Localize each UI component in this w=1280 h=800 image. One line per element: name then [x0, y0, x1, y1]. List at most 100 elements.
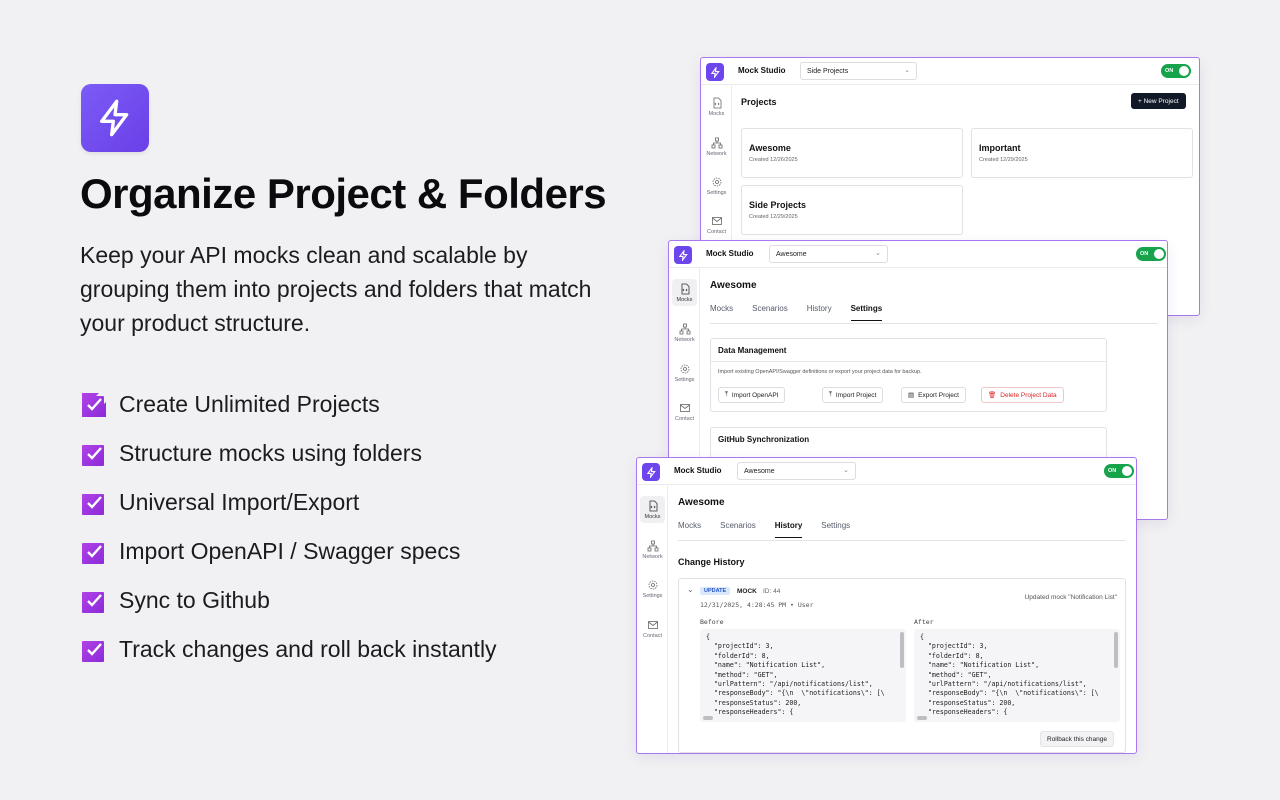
- mocking-toggle[interactable]: ON: [1104, 464, 1134, 478]
- file-icon: ▤: [908, 392, 915, 399]
- mocking-toggle[interactable]: ON: [1136, 247, 1166, 261]
- sidebar: Mocks Network Settings Contact: [637, 485, 668, 753]
- app-logo: [81, 84, 149, 152]
- mail-icon: [679, 404, 690, 412]
- chevron-down-icon[interactable]: ⌄: [687, 585, 694, 594]
- history-window: Mock Studio Awesome ⌄ ON Mocks Network Se…: [636, 457, 1137, 754]
- rollback-button[interactable]: Rollback this change: [1040, 731, 1114, 747]
- app-title: Mock Studio: [706, 249, 754, 258]
- data-management-section: Data Management Import existing OpenAPI/…: [710, 338, 1107, 412]
- nav-settings[interactable]: Settings: [701, 176, 732, 196]
- after-label: After: [914, 618, 934, 626]
- import-project-button[interactable]: ⤒ Import Project: [822, 387, 884, 403]
- after-code[interactable]: { "projectId": 3, "folderId": 8, "name":…: [914, 629, 1120, 722]
- project-select[interactable]: Awesome ⌄: [769, 245, 888, 263]
- nav-contact[interactable]: Contact: [701, 215, 732, 235]
- new-project-button[interactable]: + New Project: [1131, 93, 1186, 109]
- app-title: Mock Studio: [674, 466, 722, 475]
- nav-settings[interactable]: Settings: [669, 363, 700, 383]
- project-card[interactable]: Awesome Created 12/26/2025: [741, 128, 963, 178]
- page-title: Awesome: [678, 497, 725, 508]
- project-card[interactable]: Important Created 12/29/2025: [971, 128, 1193, 178]
- app-icon: [674, 246, 692, 264]
- nav-contact[interactable]: Contact: [669, 402, 700, 422]
- tab-mocks[interactable]: Mocks: [678, 521, 701, 538]
- chevron-down-icon: ⌄: [904, 67, 910, 74]
- check-box-icon: [82, 640, 104, 662]
- window-topbar: Mock Studio Awesome ⌄ ON: [637, 458, 1136, 485]
- file-code-icon: [649, 500, 657, 512]
- network-icon: [679, 323, 690, 335]
- nav-contact[interactable]: Contact: [637, 619, 668, 639]
- update-badge: UPDATE: [700, 587, 731, 595]
- tab-settings[interactable]: Settings: [850, 304, 883, 321]
- page-title: Awesome: [710, 280, 757, 291]
- trash-icon: 🗑: [988, 392, 997, 399]
- file-code-icon: [713, 97, 721, 109]
- feature-list: Create Unlimited Projects Structure mock…: [81, 380, 497, 674]
- page-subtext: Keep your API mocks clean and scalable b…: [80, 242, 592, 336]
- window-topbar: Mock Studio Awesome ⌄ ON: [669, 241, 1167, 268]
- section-description: Import existing OpenAPI/Swagger definiti…: [718, 369, 922, 375]
- gear-icon: [648, 580, 657, 590]
- upload-icon: ⤒: [725, 391, 728, 398]
- export-project-button[interactable]: ▤ Export Project: [901, 387, 966, 403]
- project-select[interactable]: Awesome ⌄: [737, 462, 856, 480]
- nav-settings[interactable]: Settings: [637, 579, 668, 599]
- app-icon: [642, 463, 660, 481]
- gear-icon: [680, 364, 689, 374]
- feature-item: Universal Import/Export: [81, 478, 497, 527]
- nav-mocks[interactable]: Mocks: [701, 97, 732, 117]
- tab-scenarios[interactable]: Scenarios: [720, 521, 756, 538]
- scrollbar[interactable]: [1114, 632, 1118, 668]
- file-code-icon: [681, 283, 689, 295]
- app-icon: [706, 63, 724, 81]
- tab-history[interactable]: History: [774, 521, 803, 538]
- delete-project-data-button[interactable]: 🗑 Delete Project Data: [981, 387, 1064, 403]
- check-box-icon: [82, 542, 104, 564]
- lightning-icon: [710, 66, 720, 78]
- chevron-down-icon: ⌄: [843, 467, 849, 474]
- tab-bar: Mocks Scenarios History Settings: [710, 304, 901, 321]
- network-icon: [647, 540, 658, 552]
- upload-icon: ⤒: [829, 391, 832, 398]
- page-headline: Organize Project & Folders: [80, 170, 607, 217]
- mail-icon: [647, 621, 658, 629]
- network-icon: [711, 137, 722, 149]
- tab-scenarios[interactable]: Scenarios: [752, 304, 788, 321]
- import-openapi-button[interactable]: ⤒ Import OpenAPI: [718, 387, 786, 403]
- tab-bar: Mocks Scenarios History Settings: [678, 521, 869, 538]
- tab-history[interactable]: History: [807, 304, 832, 321]
- nav-network[interactable]: Network: [669, 323, 700, 343]
- lightning-icon: [646, 466, 656, 478]
- before-code[interactable]: { "projectId": 3, "folderId": 8, "name":…: [700, 629, 906, 722]
- entry-timestamp: 12/31/2025, 4:28:45 PM • User: [700, 601, 814, 609]
- check-box-icon: [82, 591, 104, 613]
- before-label: Before: [700, 618, 724, 626]
- check-box-icon: [82, 493, 104, 515]
- entry-type: MOCK: [737, 588, 757, 595]
- nav-mocks[interactable]: Mocks: [669, 283, 700, 303]
- project-select[interactable]: Side Projects ⌄: [800, 62, 917, 80]
- mail-icon: [711, 217, 722, 225]
- project-card[interactable]: Side Projects Created 12/29/2025: [741, 185, 963, 235]
- nav-network[interactable]: Network: [637, 540, 668, 560]
- chevron-down-icon: ⌄: [875, 250, 881, 257]
- tab-mocks[interactable]: Mocks: [710, 304, 733, 321]
- scrollbar[interactable]: [900, 632, 904, 668]
- scrollbar[interactable]: [703, 716, 713, 720]
- history-entry: ⌄ UPDATE MOCK ID: 44 12/31/2025, 4:28:45…: [678, 578, 1126, 753]
- entry-summary: Updated mock "Notification List": [1024, 594, 1117, 601]
- section-title: Change History: [678, 557, 745, 567]
- feature-item: Import OpenAPI / Swagger specs: [81, 527, 497, 576]
- feature-item: Structure mocks using folders: [81, 429, 497, 478]
- scrollbar[interactable]: [917, 716, 927, 720]
- tab-settings[interactable]: Settings: [821, 521, 850, 538]
- nav-mocks[interactable]: Mocks: [637, 500, 668, 520]
- page-title: Projects: [741, 97, 777, 107]
- mocking-toggle[interactable]: ON: [1161, 64, 1191, 78]
- nav-network[interactable]: Network: [701, 137, 732, 157]
- window-topbar: Mock Studio Side Projects ⌄ ON: [701, 58, 1199, 85]
- lightning-icon: [678, 249, 688, 261]
- section-title: GitHub Synchronization: [718, 435, 810, 444]
